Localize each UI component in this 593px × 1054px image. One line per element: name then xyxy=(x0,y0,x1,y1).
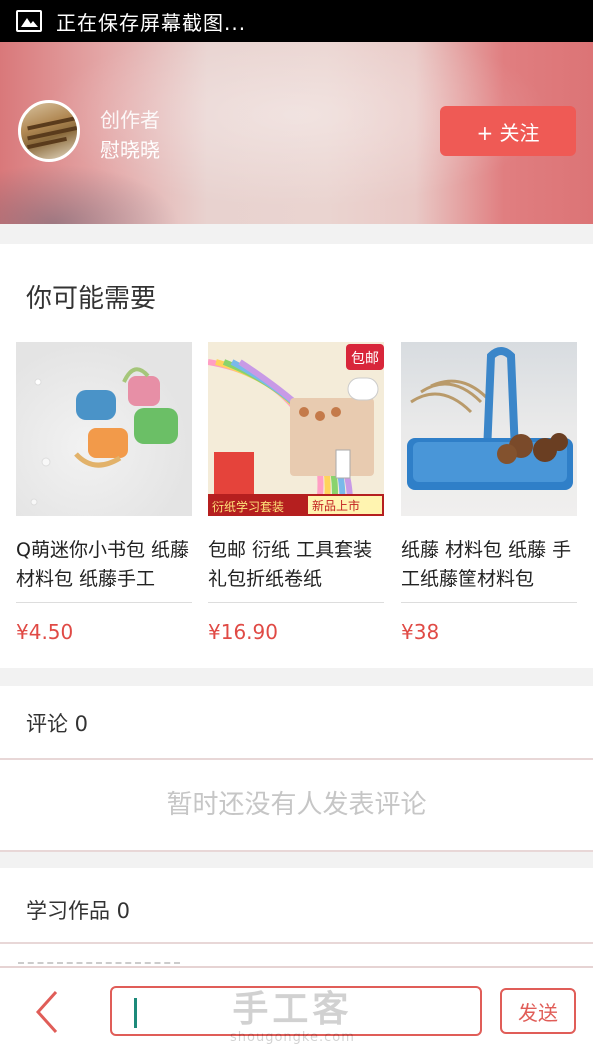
product-banner-left: 衍纸学习套装 xyxy=(212,499,284,514)
product-card[interactable]: Q萌迷你小书包 纸藤 材料包 纸藤手工 ¥4.50 xyxy=(16,342,192,652)
creator-name[interactable]: 慰晓晓 xyxy=(100,134,160,163)
product-image[interactable]: 包邮 衍纸学习套装 新品上市 xyxy=(208,342,384,516)
watermark: 手工客 shougongke.com xyxy=(230,980,355,1045)
chevron-left-icon[interactable] xyxy=(30,990,66,1034)
divider xyxy=(0,942,593,944)
recommend-section: 你可能需要 Q萌迷你小书包 纸藤 材料包 纸藤手工 ¥4.50 包邮 衍纸学习套… xyxy=(0,244,593,668)
divider xyxy=(401,602,577,603)
empty-comments-text: 暂时还没有人发表评论 xyxy=(166,790,427,820)
divider xyxy=(0,850,593,852)
divider xyxy=(208,602,384,603)
avatar[interactable] xyxy=(18,100,80,162)
text-caret xyxy=(134,998,137,1028)
status-bar: 正在保存屏幕截图... xyxy=(0,0,593,42)
watermark-logo: 手工客 xyxy=(232,989,353,1030)
product-price: ¥4.50 xyxy=(16,620,74,644)
product-name[interactable]: 纸藤 材料包 纸藤 手工纸藤筐材料包 xyxy=(401,536,577,594)
recommend-title: 你可能需要 xyxy=(26,284,157,314)
product-badge: 包邮 xyxy=(351,351,379,367)
divider xyxy=(0,758,593,760)
product-image[interactable] xyxy=(16,342,192,516)
divider xyxy=(16,602,192,603)
watermark-url: shougongke.com xyxy=(230,1030,355,1045)
status-text: 正在保存屏幕截图... xyxy=(56,10,247,35)
product-card[interactable]: 纸藤 材料包 纸藤 手工纸藤筐材料包 ¥38 xyxy=(401,342,577,652)
product-price: ¥16.90 xyxy=(208,620,278,644)
creator-label: 创作者 xyxy=(100,108,160,132)
bottom-bar: 手工客 shougongke.com 发送 xyxy=(0,966,593,1054)
product-name[interactable]: Q萌迷你小书包 纸藤 材料包 纸藤手工 xyxy=(16,536,192,594)
comments-section: 评论 0 暂时还没有人发表评论 xyxy=(0,686,593,852)
works-title: 学习作品 0 xyxy=(26,899,131,923)
product-list: Q萌迷你小书包 纸藤 材料包 纸藤手工 ¥4.50 包邮 衍纸学习套装 新品上市… xyxy=(16,342,578,652)
follow-button[interactable]: + 关注 xyxy=(440,106,576,156)
image-icon xyxy=(16,10,42,32)
product-name[interactable]: 包邮 衍纸 工具套装 礼包折纸卷纸 xyxy=(208,536,384,594)
comments-title: 评论 0 xyxy=(26,712,89,736)
product-banner-right: 新品上市 xyxy=(312,498,360,513)
creator-banner: 创作者 慰晓晓 + 关注 xyxy=(0,42,593,224)
send-button[interactable]: 发送 xyxy=(500,988,576,1034)
product-image[interactable] xyxy=(401,342,577,516)
product-price: ¥38 xyxy=(401,620,440,644)
product-card[interactable]: 包邮 衍纸学习套装 新品上市 包邮 衍纸 工具套装 礼包折纸卷纸 ¥16.90 xyxy=(208,342,384,652)
